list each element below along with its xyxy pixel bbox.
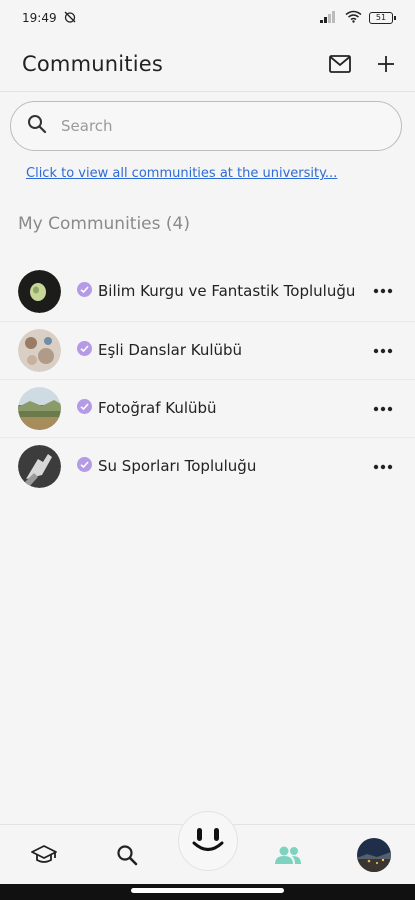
verified-badge-icon <box>77 457 92 476</box>
community-row-su-sporlari[interactable]: Su Sporları Topluluğu <box>0 437 415 495</box>
community-name: Su Sporları Topluluğu <box>98 457 257 475</box>
battery-icon: 51 <box>369 12 396 24</box>
more-options-icon[interactable] <box>371 464 395 470</box>
plus-icon[interactable] <box>377 55 395 73</box>
more-options-icon[interactable] <box>371 348 395 354</box>
search-icon <box>27 114 47 138</box>
home-indicator[interactable] <box>131 888 284 893</box>
profile-avatar[interactable] <box>352 825 396 885</box>
status-time: 19:49 <box>22 11 57 25</box>
verified-badge-icon <box>77 281 92 301</box>
community-avatar <box>18 329 61 372</box>
app-header: Communities <box>0 36 415 92</box>
verified-badge-icon <box>77 341 92 360</box>
page-title: Communities <box>22 51 164 76</box>
status-bar: 19:49 51 <box>0 0 415 36</box>
alarm-off-icon <box>63 10 77 27</box>
graduation-cap-icon[interactable] <box>22 825 66 885</box>
community-avatar <box>18 269 61 313</box>
community-name: Fotoğraf Kulübü <box>98 399 217 417</box>
community-name: Bilim Kurgu ve Fantastik Topluluğu <box>98 281 356 300</box>
people-icon[interactable] <box>266 825 310 885</box>
envelope-icon[interactable] <box>329 54 351 73</box>
search-icon[interactable] <box>105 825 149 885</box>
mascot-face-icon[interactable] <box>178 811 238 871</box>
my-communities-title: My Communities (4) <box>18 214 190 234</box>
view-all-communities-link[interactable]: Click to view all communities at the uni… <box>26 166 337 181</box>
wifi-icon <box>345 10 362 26</box>
verified-badge-icon <box>77 399 92 418</box>
community-list: Bilim Kurgu ve Fantastik Topluluğu Eşli … <box>0 261 415 495</box>
more-options-icon[interactable] <box>371 406 395 412</box>
search-bar[interactable] <box>10 101 402 151</box>
community-name: Eşli Danslar Kulübü <box>98 341 243 359</box>
signal-icon <box>320 10 338 26</box>
community-row-bilim-kurgu[interactable]: Bilim Kurgu ve Fantastik Topluluğu <box>0 261 415 321</box>
community-avatar <box>18 387 61 430</box>
community-row-fotograf[interactable]: Fotoğraf Kulübü <box>0 379 415 437</box>
community-avatar <box>18 445 61 488</box>
more-options-icon[interactable] <box>371 288 395 294</box>
search-input[interactable] <box>61 117 361 135</box>
community-row-esli-danslar[interactable]: Eşli Danslar Kulübü <box>0 321 415 379</box>
